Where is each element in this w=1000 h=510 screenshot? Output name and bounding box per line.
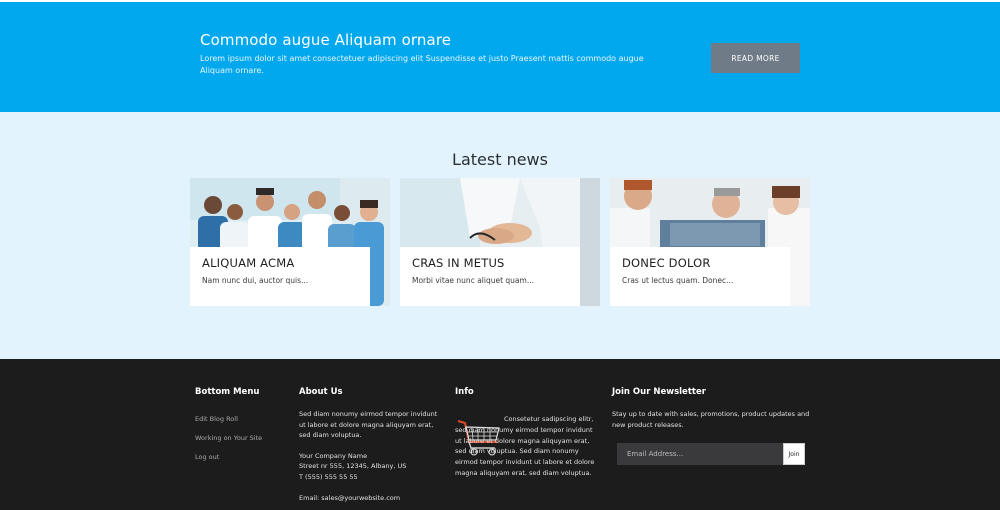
company-name: Your Company Name [299, 451, 368, 460]
card-excerpt: Morbi vitae nunc aliquet quam... [412, 276, 534, 285]
company-street: Street nr 555, 12345, Albany, US [299, 462, 407, 471]
info-text: Consetetur sadipscing elitr, sed diam no… [455, 415, 595, 477]
footer-link-working-on-site[interactable]: Working on Your Site [195, 434, 262, 442]
info-heading: Info [455, 387, 474, 397]
bottom-menu-column: Bottom Menu Edit Blog Roll Working on Yo… [195, 387, 262, 472]
info-heading-wrap: Info [455, 387, 474, 397]
card-caption: DONEC DOLOR Cras ut lectus quam. Donec..… [610, 247, 790, 306]
footer-link-log-out[interactable]: Log out [195, 453, 262, 461]
card-excerpt: Nam nunc dui, auctor quis... [202, 276, 309, 285]
card-title[interactable]: DONEC DOLOR [622, 256, 778, 270]
news-heading: Latest news [452, 150, 548, 169]
card-title[interactable]: ALIQUAM ACMA [202, 256, 358, 270]
read-more-button[interactable]: READ MORE [711, 43, 800, 73]
banner-description: Lorem ipsum dolor sit amet consectetuer … [200, 54, 644, 75]
about-heading: About Us [299, 387, 343, 397]
banner-title: Commodo augue Aliquam ornare [200, 31, 452, 49]
about-text: Sed diam nonumy eirmod tempor invidunt u… [299, 410, 438, 440]
card-caption: CRAS IN METUS Morbi vitae nunc aliquet q… [400, 247, 580, 306]
company-email[interactable]: Email: sales@yourwebsite.com [299, 493, 439, 504]
card-title[interactable]: CRAS IN METUS [412, 256, 568, 270]
newsletter-text: Stay up to date with sales, promotions, … [612, 410, 810, 429]
latest-news-section: Latest news ALIQUAM ACMA Nam nunc dui, a… [0, 112, 1000, 359]
footer-link-edit-blog-roll[interactable]: Edit Blog Roll [195, 415, 262, 423]
newsletter-email-input[interactable] [617, 443, 784, 465]
news-card-cras-in-metus[interactable]: CRAS IN METUS Morbi vitae nunc aliquet q… [400, 178, 600, 306]
promo-banner: Commodo augue Aliquam ornare Lorem ipsum… [0, 2, 1000, 112]
bottom-menu-heading: Bottom Menu [195, 387, 260, 397]
newsletter-column: Join Our Newsletter Stay up to date with… [612, 387, 812, 430]
newsletter-heading: Join Our Newsletter [612, 387, 706, 397]
card-caption: ALIQUAM ACMA Nam nunc dui, auctor quis..… [190, 247, 370, 306]
news-card-donec-dolor[interactable]: DONEC DOLOR Cras ut lectus quam. Donec..… [610, 178, 810, 306]
company-phone: T (555) 555 55 55 [299, 472, 358, 481]
card-excerpt: Cras ut lectus quam. Donec... [622, 276, 734, 285]
about-column: About Us Sed diam nonumy eirmod tempor i… [299, 387, 439, 503]
news-card-aliquam-acma[interactable]: ALIQUAM ACMA Nam nunc dui, auctor quis..… [190, 178, 390, 306]
newsletter-join-button[interactable]: Join [783, 443, 805, 465]
